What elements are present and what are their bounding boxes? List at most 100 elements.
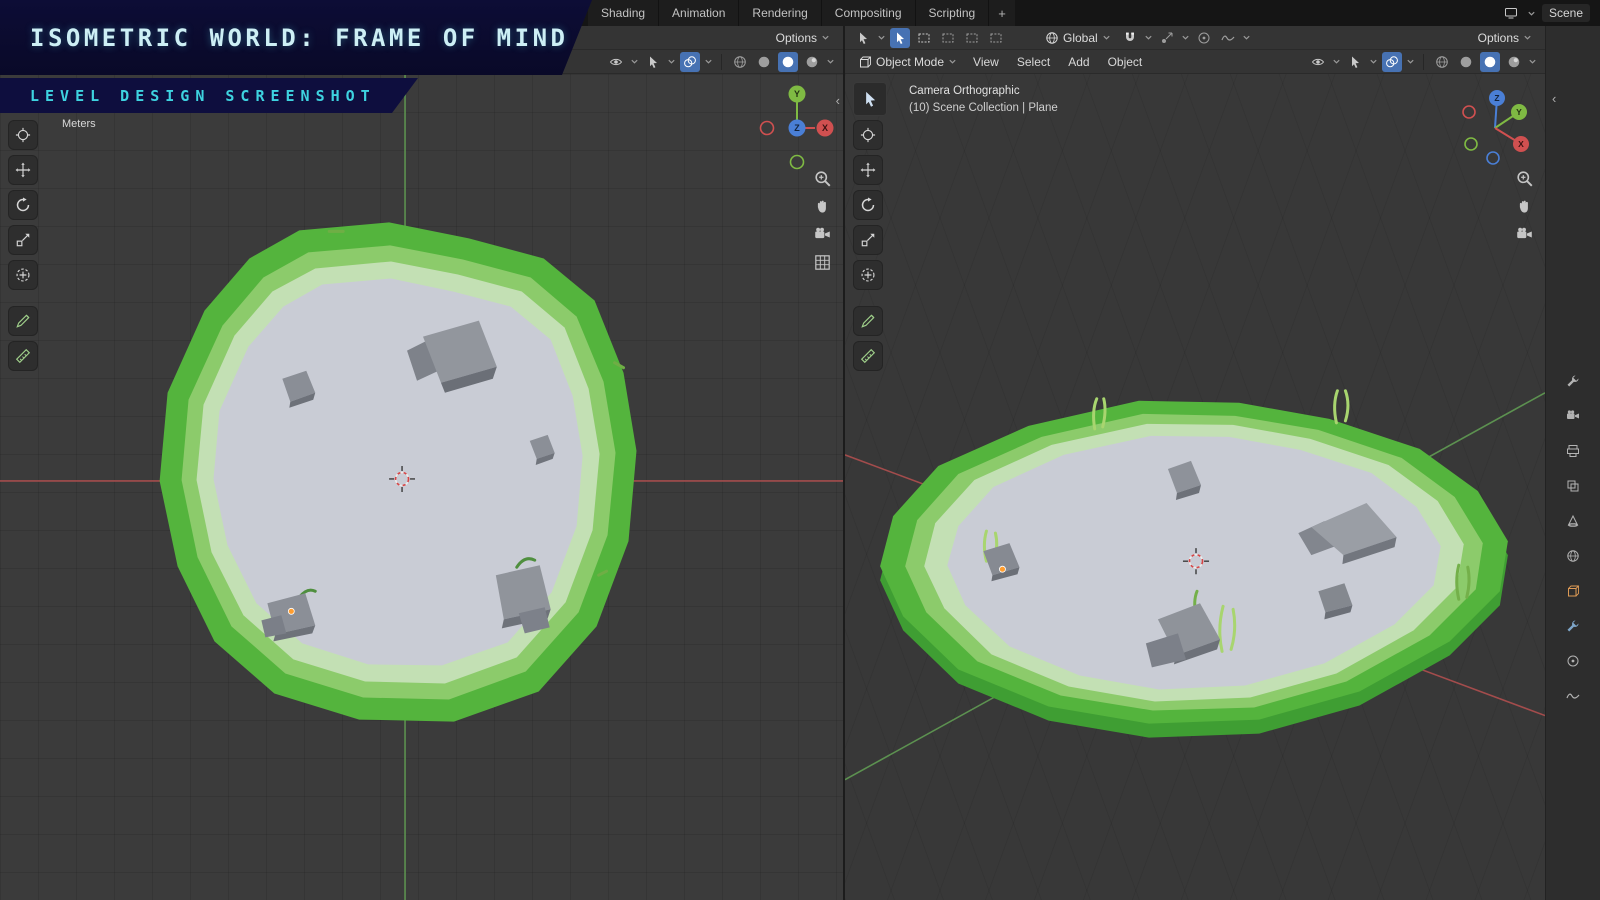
physics-tab-icon[interactable] <box>1563 651 1583 671</box>
transform-tool-button[interactable] <box>8 260 38 290</box>
measure-tool-button[interactable] <box>8 341 38 371</box>
zoom-icon[interactable] <box>1516 170 1533 187</box>
globe-icon <box>1045 31 1059 45</box>
object-origin-dot <box>999 566 1005 572</box>
shading-material-icon[interactable] <box>1480 52 1500 72</box>
viewport-top-canvas[interactable]: Meters Y <box>0 74 843 900</box>
measure-tool-button[interactable] <box>853 341 883 371</box>
region-toggle-chevron[interactable]: ‹ <box>1552 92 1556 105</box>
zoom-icon[interactable] <box>814 170 831 187</box>
camera-icon[interactable] <box>814 226 831 243</box>
shading-solid-icon[interactable] <box>754 52 774 72</box>
scale-tool-button[interactable] <box>8 225 38 255</box>
cursor-tool-button[interactable] <box>8 120 38 150</box>
viewport-top: Options <box>0 26 845 900</box>
add-workspace-button[interactable]: + <box>989 0 1015 26</box>
scene-selector[interactable]: Scene <box>1542 4 1590 22</box>
screen-icon[interactable] <box>1501 3 1521 23</box>
visibility-eye-icon[interactable] <box>1308 52 1328 72</box>
select-lasso-mode-button[interactable] <box>962 28 982 48</box>
select-box-mode-button[interactable] <box>914 28 934 48</box>
tweak-select-mode-button[interactable] <box>890 28 910 48</box>
properties-tabs <box>1546 371 1600 706</box>
snap-target-icon[interactable] <box>1157 28 1177 48</box>
shading-wireframe-icon[interactable] <box>1432 52 1452 72</box>
world-tab-icon[interactable] <box>1563 546 1583 566</box>
show-gizmo-icon[interactable] <box>1345 52 1365 72</box>
svg-text:Z: Z <box>794 123 800 133</box>
orientation-dropdown[interactable]: Global <box>1040 29 1116 47</box>
falloff-icon[interactable] <box>1218 28 1238 48</box>
menu-object[interactable]: Object <box>1101 53 1150 71</box>
island-top-view <box>160 222 637 721</box>
viewport-top-header-row1: Options <box>0 26 843 50</box>
object-tab-icon[interactable] <box>1563 581 1583 601</box>
navigation-gizmo[interactable]: Y Z X <box>757 80 837 172</box>
shading-solid-icon[interactable] <box>1456 52 1476 72</box>
tool-tab-icon[interactable] <box>1563 371 1583 391</box>
grid-icon[interactable] <box>814 254 831 271</box>
sidebar-toggle-chevron[interactable]: ‹ <box>836 94 840 107</box>
gizmo-x-neg-ball[interactable] <box>761 122 774 135</box>
svg-text:Y: Y <box>1516 107 1522 117</box>
camera-icon[interactable] <box>1516 226 1533 243</box>
show-overlays-icon[interactable] <box>1382 52 1402 72</box>
output-tab-icon[interactable] <box>1563 441 1583 461</box>
mode-dropdown[interactable]: Object Mode <box>853 53 962 71</box>
annotate-tool-button[interactable] <box>8 306 38 336</box>
show-overlays-icon[interactable] <box>680 52 700 72</box>
gizmo-z-neg-ball[interactable] <box>1487 152 1499 164</box>
orientation-label: Global <box>1063 31 1098 45</box>
shading-rendered-icon[interactable] <box>1504 52 1524 72</box>
viewport-camera-header-row2: Object Mode View Select Add Object <box>845 50 1545 74</box>
constraints-tab-icon[interactable] <box>1563 686 1583 706</box>
view-nav-icons <box>814 170 831 271</box>
modifiers-tab-icon[interactable] <box>1563 616 1583 636</box>
shading-wireframe-icon[interactable] <box>730 52 750 72</box>
scale-tool-button[interactable] <box>853 225 883 255</box>
annotate-tool-button[interactable] <box>853 306 883 336</box>
render-tab-icon[interactable] <box>1563 406 1583 426</box>
gizmo-y-neg-ball[interactable] <box>1465 138 1477 150</box>
pan-icon[interactable] <box>814 198 831 215</box>
tool-dropdown-icon[interactable] <box>853 28 873 48</box>
tab-rendering[interactable]: Rendering <box>739 0 821 26</box>
gizmo-x-neg-ball[interactable] <box>1463 106 1475 118</box>
options-dropdown[interactable]: Options <box>1473 29 1537 47</box>
menu-add[interactable]: Add <box>1061 53 1096 71</box>
transform-tool-button[interactable] <box>853 260 883 290</box>
active-tool-button[interactable] <box>853 82 887 116</box>
shading-material-icon[interactable] <box>778 52 798 72</box>
rotate-tool-button[interactable] <box>8 190 38 220</box>
unit-label: Meters <box>62 118 96 130</box>
select-circle-mode-button[interactable] <box>938 28 958 48</box>
tab-shading[interactable]: Shading <box>588 0 659 26</box>
menu-select[interactable]: Select <box>1010 53 1057 71</box>
options-dropdown[interactable]: Options <box>771 29 835 47</box>
visibility-eye-icon[interactable] <box>606 52 626 72</box>
move-tool-button[interactable] <box>8 155 38 185</box>
viewport-camera-canvas[interactable]: Camera Orthographic (10) Scene Collectio… <box>845 74 1545 900</box>
move-tool-button[interactable] <box>853 155 883 185</box>
view-layer-tab-icon[interactable] <box>1563 476 1583 496</box>
cursor-tool-button[interactable] <box>853 120 883 150</box>
navigation-gizmo[interactable]: Z Y X <box>1455 86 1535 166</box>
shading-rendered-icon[interactable] <box>802 52 822 72</box>
tab-animation[interactable]: Animation <box>659 0 739 26</box>
gizmo-y-neg-ball[interactable] <box>791 156 804 169</box>
show-gizmo-icon[interactable] <box>643 52 663 72</box>
chevron-down-icon <box>1528 57 1537 66</box>
tab-compositing[interactable]: Compositing <box>822 0 916 26</box>
pan-icon[interactable] <box>1516 198 1533 215</box>
menu-view[interactable]: View <box>966 53 1006 71</box>
tab-scripting[interactable]: Scripting <box>916 0 990 26</box>
chevron-down-icon <box>704 57 713 66</box>
proportional-edit-icon[interactable] <box>1194 28 1214 48</box>
select-extend-mode-button[interactable] <box>986 28 1006 48</box>
rotate-tool-button[interactable] <box>853 190 883 220</box>
scene-tab-icon[interactable] <box>1563 511 1583 531</box>
svg-text:Z: Z <box>1494 93 1499 103</box>
cube-icon <box>858 55 872 69</box>
magnet-icon[interactable] <box>1120 28 1140 48</box>
chevron-down-icon <box>1523 33 1532 42</box>
